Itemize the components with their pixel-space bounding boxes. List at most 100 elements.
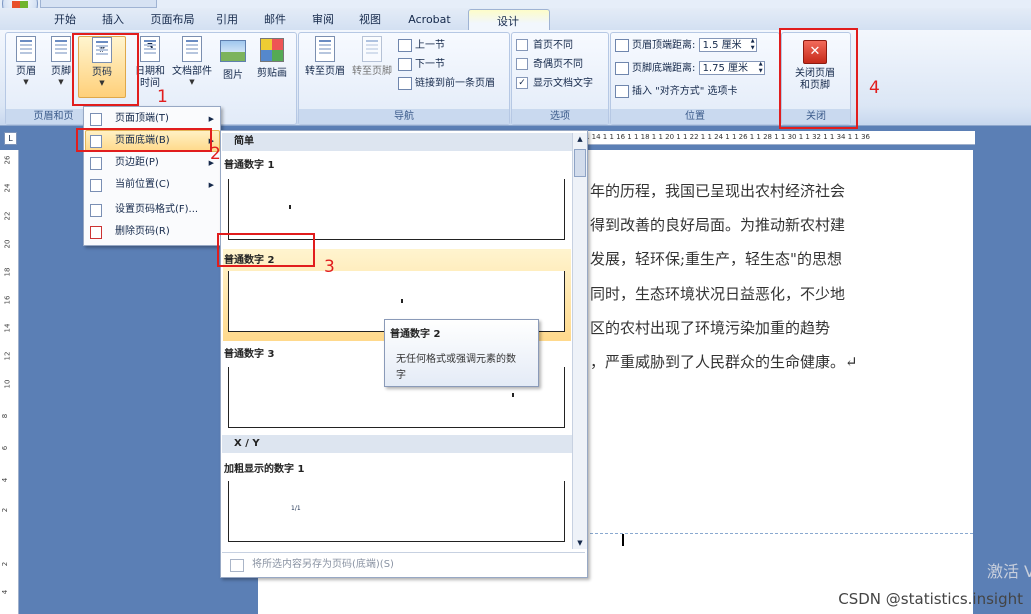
document-line: 区的农村出现了环境污染加重的趋势 [590,319,831,337]
header-button[interactable]: 页眉 ▼ [9,36,43,86]
gallery-section-simple: 简单 [222,133,572,151]
gallery-item-bold-number-1[interactable]: 1/1 [228,481,565,542]
tab-review[interactable]: 审阅 [308,12,338,28]
remove-page-numbers-icon [90,226,102,239]
checkbox-icon [516,39,528,51]
goto-footer-icon [362,36,382,62]
clipart-button[interactable]: 剪贴画 [252,36,292,80]
group-title-options: 选项 [512,109,608,124]
ruler-toggle-button[interactable]: L [4,132,17,145]
group-title-navigation: 导航 [299,109,509,124]
text-cursor [622,534,624,546]
menu-item-page-top[interactable]: 页面顶端(T) ▶ [84,108,220,130]
gallery-item-label: 普通数字 1 [224,160,275,171]
tab-mailings[interactable]: 邮件 [260,12,290,28]
menu-item-current-position[interactable]: 当前位置(C) ▶ [84,174,220,196]
odd-even-different-checkbox[interactable]: 奇偶页不同 [516,57,583,73]
gallery-item-label: 普通数字 3 [224,349,275,360]
tab-insert[interactable]: 插入 [98,12,128,28]
show-document-text-checkbox[interactable]: ✓ 显示文档文字 [516,76,593,92]
menu-item-page-margins[interactable]: 页边距(P) ▶ [84,152,220,174]
goto-footer-button[interactable]: 转至页脚 [350,36,394,78]
annotation-box-1 [72,33,139,106]
annotation-box-4 [779,28,858,129]
page-top-icon [90,113,102,126]
clipart-icon [260,38,284,62]
picture-button[interactable]: 图片 [218,36,248,82]
activate-windows-text: 激活 V [986,562,1031,581]
goto-header-icon [315,36,335,62]
footer-boundary [585,533,973,534]
format-page-numbers-icon [90,204,102,217]
page-number-mark [401,299,403,303]
first-page-different-checkbox[interactable]: 首页不同 [516,38,573,54]
page-margins-icon [90,157,102,170]
page-number-mark [289,205,291,209]
bold-number-sample: 1/1 [291,505,301,512]
tab-view[interactable]: 视图 [355,12,385,28]
picture-icon [220,40,246,62]
gallery-item-label: 加粗显示的数字 1 [224,464,305,475]
dropdown-arrow-icon: ▼ [23,78,29,86]
header-distance-input[interactable]: 1.5 厘米 [698,38,757,52]
previous-section-icon [398,38,412,52]
calendar-icon: 5 [140,36,160,62]
scroll-down-icon[interactable]: ▼ [573,537,587,549]
goto-header-button[interactable]: 转至页眉 [302,36,348,78]
header-icon [16,36,36,62]
csdn-watermark: CSDN @statistics.insight [838,590,1023,608]
tooltip-body: 无任何格式或强调元素的数 [396,354,516,365]
scrollbar-thumb[interactable] [574,149,586,177]
annotation-number-3: 3 [324,257,335,277]
menu-item-format-page-numbers[interactable]: 设置页码格式(F)... [84,199,220,221]
footer-distance-row: 页脚底端距离: 1.75 厘米 [615,61,765,77]
checkbox-icon [516,58,528,70]
save-selection-as-page-number-button[interactable]: 将所选内容另存为页码(底端)(S) [222,552,585,576]
group-title-position: 位置 [611,109,779,124]
tooltip-body-cont: 字 [396,370,406,381]
tab-acrobat[interactable]: Acrobat [402,12,457,28]
document-line: 年的历程，我国已呈现出农村经济社会 [590,182,846,200]
tab-references[interactable]: 引用 [212,12,242,28]
menu-item-remove-page-numbers[interactable]: 删除页码(R) [84,221,220,243]
next-section-icon [398,57,412,71]
quick-access-toolbar[interactable] [40,0,157,8]
footer-icon [51,36,71,62]
header-distance-row: 页眉顶端距离: 1.5 厘米 [615,38,757,54]
next-section-button[interactable]: 下一节 [398,57,445,73]
link-to-previous-button[interactable]: 链接到前一条页眉 [398,76,495,92]
insert-alignment-tab-button[interactable]: 插入 "对齐方式" 选项卡 [615,84,738,100]
document-line: ，严重威胁到了人民群众的生命健康。↵ [590,353,858,371]
footer-distance-icon [615,61,629,75]
dropdown-arrow-icon: ▼ [189,78,195,86]
document-line: 发展，轻环保;重生产，轻生态"的思想 [590,250,842,268]
current-position-icon [90,179,102,192]
gallery-section-xy: X / Y [222,435,572,453]
alignment-tab-icon [615,84,629,98]
gallery-scrollbar[interactable]: ▲ ▼ [572,133,587,549]
previous-section-button[interactable]: 上一节 [398,38,445,54]
header-distance-icon [615,38,629,52]
tab-page-layout[interactable]: 页面布局 [145,12,200,28]
page-number-menu: 页面顶端(T) ▶ 页面底端(B) ▶ 页边距(P) ▶ 当前位置(C) ▶ 设… [83,106,221,246]
save-gallery-icon [230,559,244,572]
annotation-number-4: 4 [869,78,880,98]
submenu-arrow-icon: ▶ [208,181,214,189]
tab-design[interactable]: 设计 [468,13,548,29]
gallery-tooltip: 普通数字 2 无任何格式或强调元素的数 字 [384,319,539,387]
footer-distance-input[interactable]: 1.75 厘米 [698,61,765,75]
scroll-up-icon[interactable]: ▲ [573,133,587,145]
document-line: 得到改善的良好局面。为推动新农村建 [590,216,846,234]
gallery-item-plain-number-1[interactable] [228,179,565,240]
document-parts-icon [182,36,202,62]
tooltip-title: 普通数字 2 [390,329,441,340]
submenu-arrow-icon: ▶ [208,115,214,123]
tab-home[interactable]: 开始 [50,12,80,28]
annotation-box-3 [217,233,315,267]
document-parts-button[interactable]: 文档部件 ▼ [170,36,214,86]
link-icon [398,76,412,90]
annotation-number-2: 2 [210,144,221,164]
vertical-ruler: 26 24 22 20 18 16 14 12 10 8 6 4 2 2 4 [0,150,19,614]
annotation-number-1: 1 [157,87,168,107]
annotation-box-2 [76,128,212,152]
